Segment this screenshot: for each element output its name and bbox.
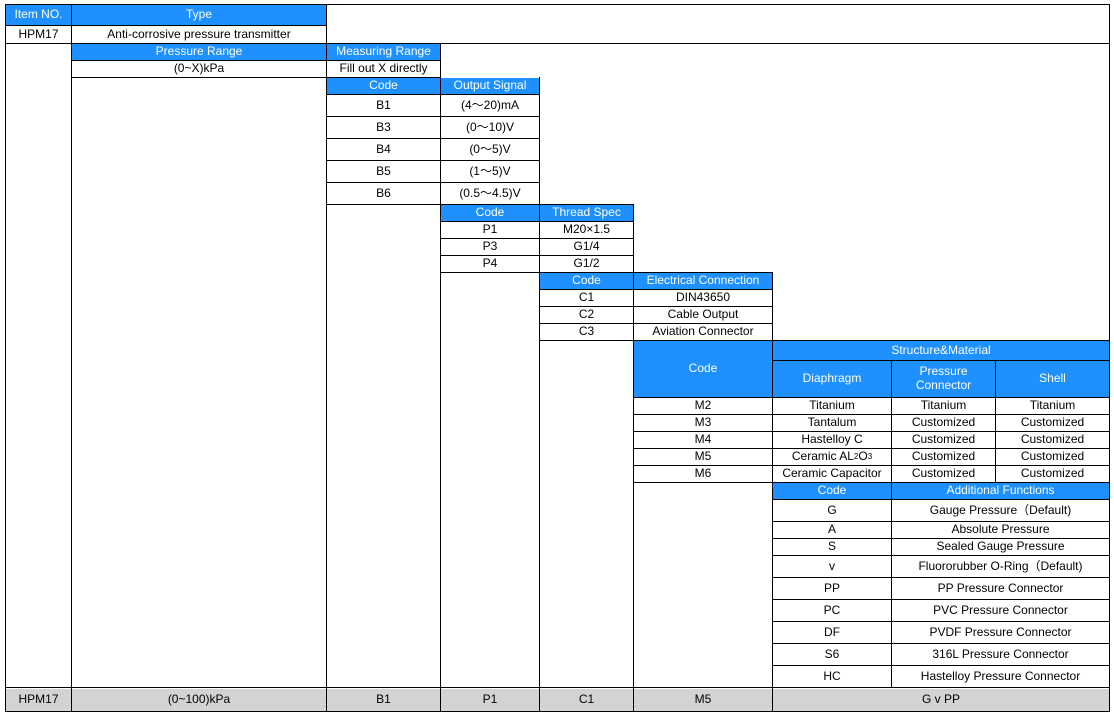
thread-value: G1/2	[573, 256, 600, 271]
additional-code-header: Code	[773, 483, 891, 499]
output-code: B6	[376, 185, 391, 200]
electrical-code: C3	[578, 324, 595, 339]
additional-value: PP Pressure Connector	[937, 580, 1064, 595]
structure-code-header: Code	[634, 341, 772, 397]
additional-functions-header: Additional Functions	[892, 483, 1109, 499]
structure-material-header: Structure&Material	[773, 341, 1109, 360]
additional-value: 316L Pressure Connector	[932, 646, 1069, 661]
example-structure: M5	[694, 692, 712, 707]
thread-code-header: Code	[441, 205, 539, 221]
structure-code: M2	[694, 398, 712, 413]
example-range: (0~100)kPa	[167, 692, 231, 707]
pressure-range-value: (0~X)kPa	[173, 61, 225, 76]
connector-value: Customized	[911, 466, 976, 481]
item-no-value: HPM17	[18, 26, 59, 41]
additional-code: PP	[823, 580, 840, 595]
shell-value: Customized	[1020, 466, 1085, 481]
electrical-value: DIN43650	[675, 290, 731, 305]
structure-code: M4	[694, 432, 712, 447]
output-code: B3	[376, 119, 391, 134]
thread-spec-header: Thread Spec	[540, 205, 633, 221]
shell-value: Customized	[1020, 449, 1085, 464]
output-value: (0～5)V	[469, 141, 511, 156]
shell-value: Customized	[1020, 415, 1085, 430]
measuring-range-value: Fill out X directly	[339, 61, 428, 76]
diaphragm-header: Diaphragm	[773, 361, 891, 397]
additional-code: S6	[824, 646, 840, 661]
measuring-range-header: Measuring Range	[327, 44, 440, 60]
connector-value: Titanium	[920, 398, 967, 413]
shell-value: Customized	[1020, 432, 1085, 447]
thread-value: G1/4	[573, 239, 600, 254]
additional-value: Fluororubber O-Ring（Default)	[918, 558, 1083, 573]
additional-code: S	[827, 539, 836, 554]
electrical-connection-header: Electrical Connection	[634, 273, 772, 289]
thread-value: M20×1.5	[562, 222, 611, 237]
type-value: Anti-corrosive pressure transmitter	[107, 26, 291, 41]
output-code: B4	[376, 141, 391, 156]
pressure-range-header: Pressure Range	[72, 44, 326, 60]
additional-value: Sealed Gauge Pressure	[936, 539, 1065, 554]
electrical-value: Cable Output	[667, 307, 739, 322]
connector-value: Customized	[911, 432, 976, 447]
pressure-connector-header: Pressure Connector	[892, 361, 995, 397]
shell-value: Titanium	[1029, 398, 1076, 413]
structure-code: M3	[694, 415, 712, 430]
output-signal-header: Output Signal	[441, 78, 539, 94]
thread-code: P3	[482, 239, 498, 254]
output-value: (1～5)V	[469, 163, 511, 178]
output-value: (0.5～4.5)V	[459, 185, 521, 200]
output-code: B5	[376, 163, 391, 178]
type-header: Type	[72, 5, 326, 25]
diaphragm-value: Hastelloy C	[801, 432, 863, 447]
additional-code: v	[829, 558, 835, 573]
shell-header: Shell	[996, 361, 1109, 397]
diaphragm-value: Tantalum	[807, 415, 857, 430]
additional-value: PVDF Pressure Connector	[929, 624, 1072, 639]
additional-value: Gauge Pressure（Default)	[929, 502, 1072, 517]
output-value: (4～20)mA	[460, 97, 519, 112]
electrical-value: Aviation Connector	[652, 324, 754, 339]
additional-code: A	[827, 522, 836, 537]
additional-value: PVC Pressure Connector	[933, 602, 1068, 617]
diaphragm-value: Titanium	[809, 398, 855, 413]
diaphragm-text: O	[858, 449, 868, 464]
thread-code: P4	[482, 256, 498, 271]
output-value: (0～10)V	[465, 119, 515, 134]
example-output: B1	[376, 692, 391, 707]
thread-code: P1	[482, 222, 498, 237]
structure-code: M6	[694, 466, 712, 481]
additional-code: DF	[824, 624, 840, 639]
additional-code: PC	[823, 602, 841, 617]
example-thread: P1	[482, 692, 498, 707]
example-additional: G v PP	[921, 692, 960, 707]
example-electrical: C1	[578, 692, 595, 707]
additional-code: G	[827, 502, 837, 517]
connector-value: Customized	[911, 415, 976, 430]
electrical-code-header: Code	[540, 273, 633, 289]
additional-code: HC	[823, 668, 841, 683]
electrical-code: C2	[578, 307, 595, 322]
additional-value: Hastelloy Pressure Connector	[920, 668, 1081, 683]
item-no-header: Item NO.	[6, 5, 71, 25]
additional-value: Absolute Pressure	[951, 522, 1050, 537]
diaphragm-value: Ceramic Capacitor	[782, 466, 882, 481]
output-code-header: Code	[327, 78, 440, 94]
electrical-code: C1	[578, 290, 595, 305]
output-code: B1	[376, 97, 391, 112]
example-item: HPM17	[18, 692, 59, 707]
connector-value: Customized	[911, 449, 976, 464]
diaphragm-text: Ceramic AL	[791, 449, 854, 464]
structure-code: M5	[694, 449, 712, 464]
diaphragm-value: Ceramic AL 2 O 3	[791, 449, 873, 464]
